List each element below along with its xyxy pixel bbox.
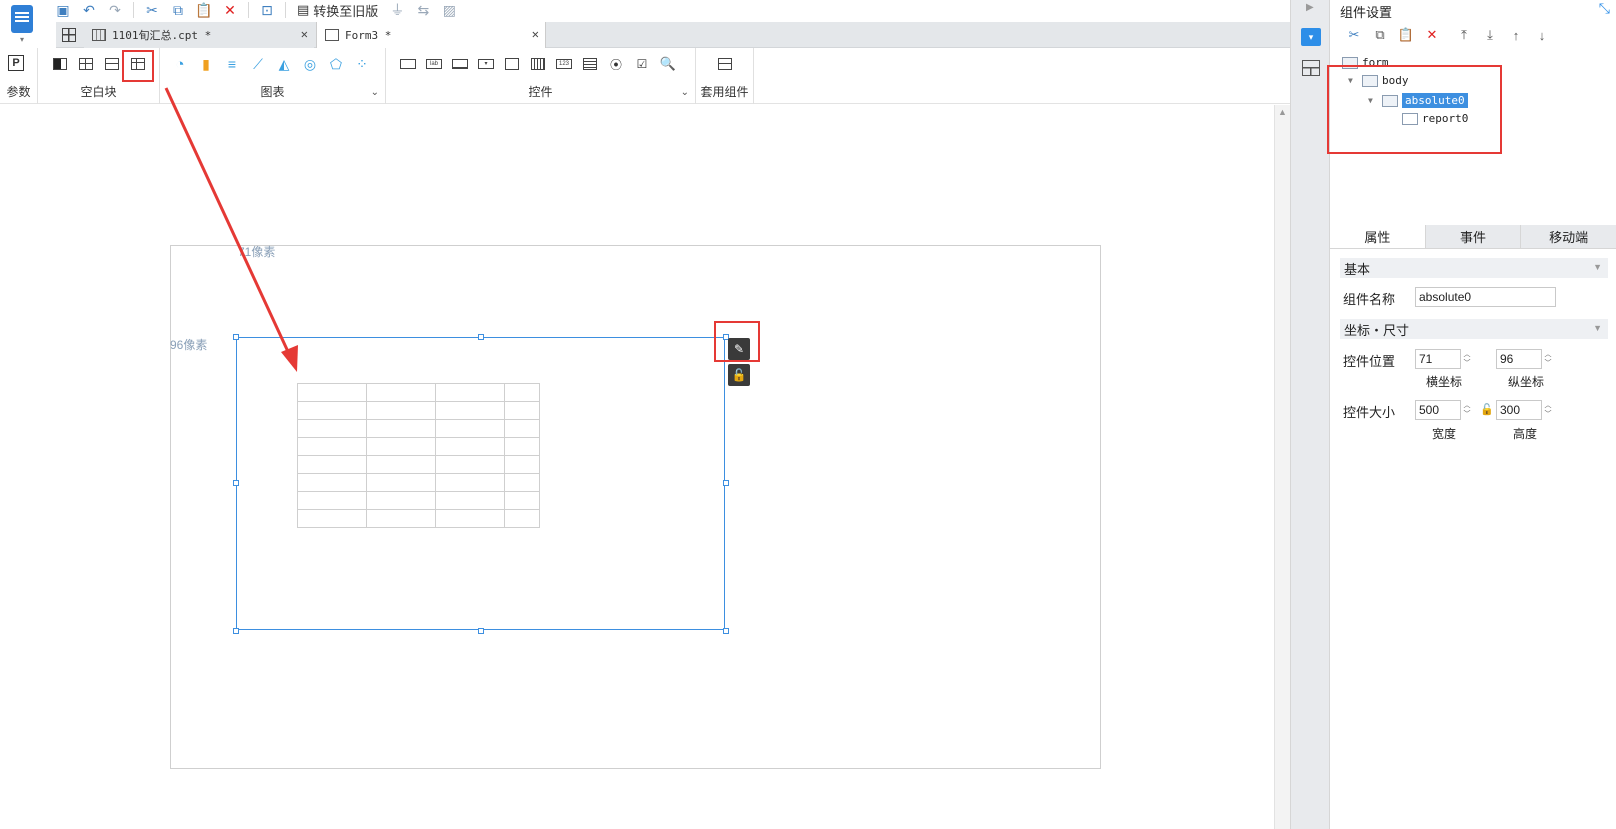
tab-mobile[interactable]: 移动端: [1521, 225, 1616, 248]
x-stepper-icon[interactable]: ︿ ﹀: [1461, 349, 1473, 369]
component-name-label: 组件名称: [1343, 292, 1396, 307]
width-input[interactable]: 500: [1415, 400, 1461, 420]
width-label: 宽度: [1432, 427, 1457, 441]
chevron-down-icon: ▼: [1593, 262, 1602, 272]
y-coordinate-input[interactable]: 96: [1496, 349, 1542, 369]
paste-icon[interactable]: 📋: [1396, 26, 1416, 44]
aspect-lock-icon[interactable]: 🔓: [1480, 403, 1494, 416]
highlight-box: [1327, 65, 1502, 154]
position-label: 控件位置: [1343, 354, 1396, 369]
tab-events[interactable]: 事件: [1425, 225, 1522, 248]
component-toolbar: ✂ ⧉ 📋 ✕ ⤒ ⤓ ↑ ↓: [1344, 26, 1552, 44]
basic-section-header[interactable]: 基本 ▼: [1340, 258, 1608, 278]
layout-panel-icon[interactable]: [1302, 60, 1320, 76]
chevron-down-icon: ▼: [1593, 323, 1602, 333]
component-name-input[interactable]: absolute0: [1415, 287, 1556, 307]
width-stepper-icon[interactable]: ︿ ﹀: [1461, 400, 1473, 420]
height-label: 高度: [1513, 427, 1538, 441]
height-input[interactable]: 300: [1496, 400, 1542, 420]
x-coordinate-label: 横坐标: [1426, 375, 1463, 389]
section-label: 基本: [1344, 261, 1371, 277]
move-up-icon[interactable]: ↑: [1506, 26, 1526, 44]
move-top-icon[interactable]: ⤒: [1454, 26, 1474, 44]
coord-size-section-header[interactable]: 坐标・尺寸 ▼: [1340, 319, 1608, 339]
side-toggle-panel: ▶ ▾: [1290, 0, 1330, 829]
cut-icon[interactable]: ✂: [1344, 26, 1364, 44]
component-settings-panel: 组件设置 ⤡ ✂ ⧉ 📋 ✕ ⤒ ⤓ ↑ ↓ form ▼ body ▼ abs…: [1327, 0, 1616, 829]
y-coordinate-label: 纵坐标: [1508, 375, 1545, 389]
height-stepper-icon[interactable]: ︿ ﹀: [1542, 400, 1554, 420]
section-label: 坐标・尺寸: [1344, 322, 1410, 338]
move-down-icon[interactable]: ↓: [1532, 26, 1552, 44]
x-coordinate-input[interactable]: 71: [1415, 349, 1461, 369]
size-label: 控件大小: [1343, 405, 1396, 420]
collapse-arrow-icon[interactable]: ▶: [1306, 2, 1314, 13]
tab-properties[interactable]: 属性: [1330, 225, 1426, 248]
pin-icon[interactable]: ⤡: [1599, 0, 1610, 17]
delete-icon[interactable]: ✕: [1422, 26, 1442, 44]
arrow-line: [164, 87, 292, 357]
copy-icon[interactable]: ⧉: [1370, 26, 1390, 44]
component-settings-toggle-icon[interactable]: ▾: [1301, 28, 1321, 46]
y-stepper-icon[interactable]: ︿ ﹀: [1542, 349, 1554, 369]
panel-title: 组件设置: [1340, 5, 1393, 20]
move-bottom-icon[interactable]: ⤓: [1480, 26, 1500, 44]
arrow-head: [281, 345, 298, 372]
property-tabs: 属性 事件 移动端: [1330, 225, 1616, 249]
